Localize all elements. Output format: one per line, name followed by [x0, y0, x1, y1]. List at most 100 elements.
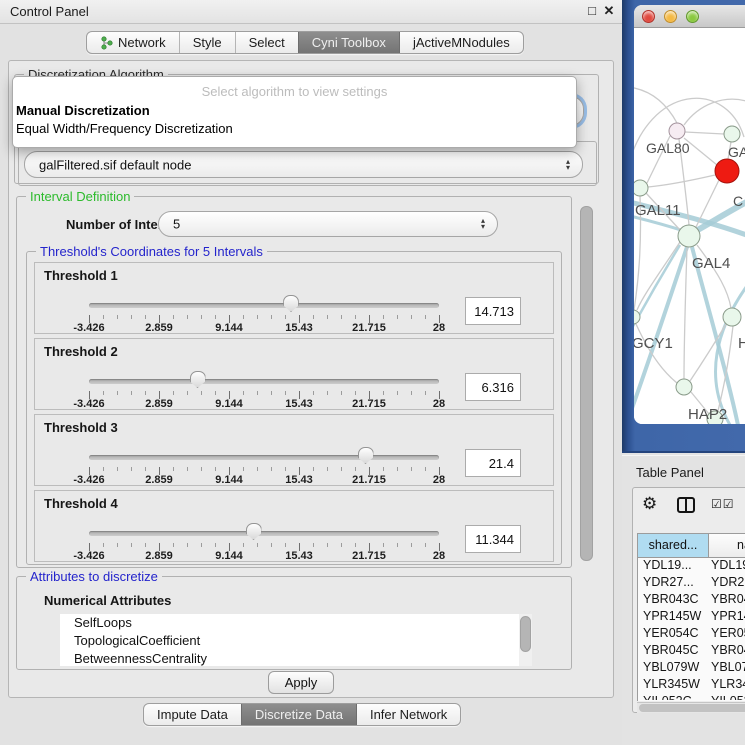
- table-cell[interactable]: YPR145W: [709, 609, 745, 623]
- table-row[interactable]: YLR345WYLR345W: [638, 677, 745, 694]
- thresholds-group-title: Threshold's Coordinates for 5 Intervals: [36, 244, 267, 259]
- tab-infer-network[interactable]: Infer Network: [356, 704, 460, 725]
- table-cell[interactable]: YIL052C: [638, 694, 709, 700]
- table-row[interactable]: YBR043CYBR043C: [638, 592, 745, 609]
- network-GAL11-node[interactable]: [634, 180, 648, 196]
- algorithm-option-equal-width[interactable]: Equal Width/Frequency Discretization: [16, 121, 573, 136]
- tick-labels: -3.426 2.859 9.144 15.43 21.715 28: [89, 474, 439, 487]
- float-window-icon[interactable]: □: [584, 3, 600, 18]
- network-canvas[interactable]: GAL80GACGAL11GAL4GCY1HHAP2: [634, 29, 745, 424]
- attribute-item[interactable]: TopologicalCoefficient: [60, 632, 532, 650]
- zoom-traffic-light-icon[interactable]: [686, 10, 699, 23]
- table-cell[interactable]: YBR045C: [638, 643, 709, 657]
- split-columns-icon[interactable]: [677, 497, 695, 513]
- table-cell[interactable]: YLR345W: [638, 677, 709, 691]
- tab-cyni-toolbox[interactable]: Cyni Toolbox: [298, 32, 399, 53]
- table-cell[interactable]: YDR27...: [638, 575, 709, 589]
- table-data-combo[interactable]: galFiltered.sif default node ▴▾: [24, 151, 583, 178]
- tick-labels: -3.426 2.859 9.144 15.43 21.715 28: [89, 398, 439, 411]
- table-cell[interactable]: YIL052C: [709, 694, 745, 700]
- table-cell[interactable]: YLR345W: [709, 677, 745, 691]
- tick-label: 28: [433, 474, 445, 486]
- table-row[interactable]: YDL19...YDL19...: [638, 558, 745, 575]
- attributes-scrollbar-thumb[interactable]: [520, 616, 531, 652]
- tick-label: 28: [433, 550, 445, 562]
- tab-network[interactable]: Network: [87, 32, 179, 53]
- table-row[interactable]: YER054CYER054C: [638, 626, 745, 643]
- network-GAL4-node[interactable]: [678, 225, 700, 247]
- table-row[interactable]: YIL052CYIL052C: [638, 694, 745, 700]
- column-header-shared-name[interactable]: shared...: [638, 534, 709, 558]
- tab-style[interactable]: Style: [179, 32, 235, 53]
- tick-label: 21.715: [352, 322, 386, 334]
- algorithm-option-manual[interactable]: Manual Discretization: [16, 103, 573, 118]
- threshold-handle[interactable]: [358, 447, 374, 464]
- panel-title: Control Panel: [10, 4, 89, 19]
- number-of-intervals-combo[interactable]: 5 ▴▾: [158, 211, 498, 237]
- table-cell[interactable]: YBR045C: [709, 643, 745, 657]
- numerical-attributes-list[interactable]: SelfLoopsTopologicalCoefficientBetweenne…: [60, 614, 532, 666]
- attribute-item[interactable]: SelfLoops: [60, 614, 532, 632]
- network-GAL80-node[interactable]: [669, 123, 685, 139]
- table-cell[interactable]: YPR145W: [638, 609, 709, 623]
- settings-gear-icon[interactable]: ⚙: [642, 494, 657, 514]
- table-hscrollbar-thumb[interactable]: [639, 704, 745, 712]
- table-cell[interactable]: YBR043C: [709, 592, 745, 606]
- table-row[interactable]: YPR145WYPR145W: [638, 609, 745, 626]
- threshold-value[interactable]: 14.713: [465, 297, 521, 325]
- node-label: GCY1: [634, 335, 673, 352]
- tab-jactivemnodules[interactable]: jActiveMNodules: [399, 32, 523, 53]
- network-GA-node[interactable]: [724, 126, 740, 142]
- threshold-value[interactable]: 21.4: [465, 449, 521, 477]
- tick-label: 9.144: [215, 398, 243, 410]
- table-cell[interactable]: YDR27...: [709, 575, 745, 589]
- table-cell[interactable]: YER054C: [709, 626, 745, 640]
- table-row[interactable]: YBL079WYBL079W: [638, 660, 745, 677]
- threshold-handle[interactable]: [283, 295, 299, 312]
- tick-label: 15.43: [285, 550, 313, 562]
- threshold-value[interactable]: 11.344: [465, 525, 521, 553]
- node-label: GA: [728, 144, 745, 160]
- close-traffic-light-icon[interactable]: [642, 10, 655, 23]
- minimize-traffic-light-icon[interactable]: [664, 10, 677, 23]
- apply-button[interactable]: Apply: [268, 671, 334, 694]
- tab-discretize-data[interactable]: Discretize Data: [241, 704, 356, 725]
- table-cell[interactable]: YBL079W: [709, 660, 745, 674]
- network-icon: [100, 36, 113, 50]
- table-panel-box: ⚙ ☑☑ shared... name YDL19...YDL19...YDR2…: [632, 487, 745, 713]
- threshold-value[interactable]: 6.316: [465, 373, 521, 401]
- table-hscrollbar-track[interactable]: [637, 702, 745, 713]
- panel-scrollbar-thumb[interactable]: [580, 206, 593, 561]
- network-red-node[interactable]: [715, 159, 739, 183]
- network-HAP2-node[interactable]: [676, 379, 692, 395]
- table-cell[interactable]: YDL19...: [638, 558, 709, 572]
- network-H-node[interactable]: [723, 308, 741, 326]
- threshold-handle[interactable]: [246, 523, 262, 540]
- table-cell[interactable]: YDL19...: [709, 558, 745, 572]
- top-tab-bar: Network Style Select Cyni Toolbox jActiv…: [86, 31, 524, 54]
- tab-impute-data[interactable]: Impute Data: [144, 704, 241, 725]
- tab-infer-network-label: Infer Network: [370, 707, 447, 722]
- control-panel-titlebar: Control Panel □ ✕: [0, 0, 622, 24]
- table-cell[interactable]: YBL079W: [638, 660, 709, 674]
- table-panel-title: Table Panel: [636, 465, 704, 480]
- close-window-icon[interactable]: ✕: [601, 3, 617, 19]
- tick-label: 21.715: [352, 398, 386, 410]
- network-GCY1-node[interactable]: [634, 310, 640, 324]
- algorithm-placeholder: Select algorithm to view settings: [13, 84, 576, 99]
- table-data-value: galFiltered.sif default node: [39, 157, 191, 172]
- tab-impute-data-label: Impute Data: [157, 707, 228, 722]
- tab-select[interactable]: Select: [235, 32, 298, 53]
- network-window-titlebar[interactable]: [634, 5, 745, 28]
- column-header-name[interactable]: name: [709, 534, 745, 558]
- node-label: HAP2: [688, 406, 727, 423]
- table-row[interactable]: YBR045CYBR045C: [638, 643, 745, 660]
- threshold-label: Threshold 1: [44, 268, 118, 283]
- checkbox-icons[interactable]: ☑☑: [711, 497, 735, 511]
- stepper-arrows-icon: ▴▾: [481, 218, 485, 230]
- threshold-handle[interactable]: [190, 371, 206, 388]
- table-row[interactable]: YDR27...YDR27...: [638, 575, 745, 592]
- attribute-item[interactable]: BetweennessCentrality: [60, 650, 532, 666]
- table-cell[interactable]: YER054C: [638, 626, 709, 640]
- table-cell[interactable]: YBR043C: [638, 592, 709, 606]
